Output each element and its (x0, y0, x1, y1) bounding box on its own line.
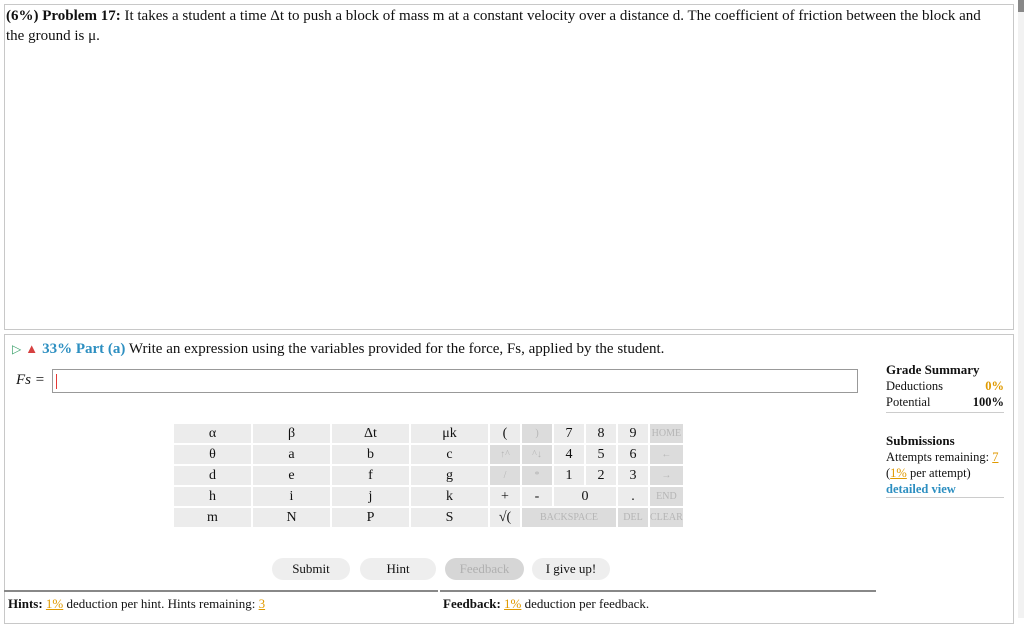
key-end[interactable]: END (650, 487, 683, 506)
key-open-paren[interactable]: ( (490, 424, 520, 443)
key-down[interactable]: ^↓ (522, 445, 552, 464)
answer-label: Fs = (16, 372, 45, 388)
key-9[interactable]: 9 (618, 424, 648, 443)
problem-panel (4, 4, 1014, 330)
key-left[interactable]: ← (650, 445, 683, 464)
key-minus[interactable]: - (522, 487, 552, 506)
play-icon[interactable]: ▷ (12, 340, 21, 358)
problem-text: It takes a student a time Δt to push a b… (6, 8, 981, 44)
feedback-deduction: 1% (504, 596, 522, 611)
hints-deduction: 1% (45, 596, 64, 611)
key-delta-t[interactable]: Δt (332, 424, 409, 443)
potential-label: Potential (886, 395, 931, 409)
deductions-value: 0% (985, 379, 1004, 393)
problem-title: Problem 17: (42, 8, 121, 24)
key-8[interactable]: 8 (586, 424, 616, 443)
key-7[interactable]: 7 (554, 424, 584, 443)
key-c[interactable]: c (411, 445, 488, 464)
hints-remaining: 3 (258, 596, 266, 611)
hints-text: deduction per hint. Hints remaining: (66, 596, 256, 611)
key-j[interactable]: j (332, 487, 409, 506)
key-6[interactable]: 6 (618, 445, 648, 464)
key-S[interactable]: S (411, 508, 488, 527)
key-5[interactable]: 5 (586, 445, 616, 464)
key-g[interactable]: g (411, 466, 488, 485)
key-multiply[interactable]: * (522, 466, 552, 485)
keypad: α β Δt μk ( ) 7 8 9 HOME θ a b c ↑^ ^↓ 4… (172, 422, 685, 529)
key-d[interactable]: d (174, 466, 251, 485)
per-attempt-pct: 1% (890, 466, 907, 480)
key-backspace[interactable]: BACKSPACE (522, 508, 616, 527)
key-right[interactable]: → (650, 466, 683, 485)
feedback-label: Feedback: (443, 596, 501, 611)
hints-bar: Hints: 1% deduction per hint. Hints rema… (4, 590, 438, 618)
key-2[interactable]: 2 (586, 466, 616, 485)
submit-button[interactable]: Submit (272, 558, 350, 580)
feedback-button[interactable]: Feedback (445, 558, 524, 580)
scrollbar-track[interactable] (1018, 0, 1024, 618)
grade-summary-title: Grade Summary (886, 362, 980, 377)
hints-label: Hints: (8, 596, 43, 611)
feedback-text: deduction per feedback. (524, 596, 650, 611)
key-theta[interactable]: θ (174, 445, 251, 464)
key-alpha[interactable]: α (174, 424, 251, 443)
summary-divider (886, 412, 1004, 413)
part-percent: 33% Part (a) (42, 341, 126, 357)
key-b[interactable]: b (332, 445, 409, 464)
warning-icon: ▲ (25, 341, 39, 356)
key-4[interactable]: 4 (554, 445, 584, 464)
key-mu-k[interactable]: μk (411, 424, 488, 443)
key-h[interactable]: h (174, 487, 251, 506)
key-close-paren[interactable]: ) (522, 424, 552, 443)
problem-weight: (6%) (6, 8, 39, 24)
key-0[interactable]: 0 (554, 487, 616, 506)
key-clear[interactable]: CLEAR (650, 508, 683, 527)
key-1[interactable]: 1 (554, 466, 584, 485)
hint-button[interactable]: Hint (360, 558, 436, 580)
per-attempt-text: per attempt) (909, 466, 971, 480)
key-e[interactable]: e (253, 466, 330, 485)
key-m[interactable]: m (174, 508, 251, 527)
attempts-label: Attempts remaining: (886, 450, 990, 464)
key-P[interactable]: P (332, 508, 409, 527)
key-f[interactable]: f (332, 466, 409, 485)
key-beta[interactable]: β (253, 424, 330, 443)
scrollbar-thumb[interactable] (1018, 0, 1024, 12)
key-3[interactable]: 3 (618, 466, 648, 485)
key-sqrt[interactable]: √( (490, 508, 520, 527)
part-header[interactable]: ▷ ▲ 33% Part (a) Write an expression using… (12, 340, 664, 358)
key-plus[interactable]: + (490, 487, 520, 506)
part-text: Write an expression using the variables … (128, 341, 665, 357)
key-a[interactable]: a (253, 445, 330, 464)
give-up-button[interactable]: I give up! (532, 558, 610, 580)
key-N[interactable]: N (253, 508, 330, 527)
key-up[interactable]: ↑^ (490, 445, 520, 464)
deductions-label: Deductions (886, 379, 943, 393)
problem-statement: (6%) Problem 17: It takes a student a ti… (6, 6, 996, 46)
key-del[interactable]: DEL (618, 508, 648, 527)
key-divide[interactable]: / (490, 466, 520, 485)
feedback-bar: Feedback: 1% deduction per feedback. (440, 590, 876, 618)
key-home[interactable]: HOME (650, 424, 683, 443)
key-i[interactable]: i (253, 487, 330, 506)
attempts-value: 7 (992, 450, 999, 464)
key-dot[interactable]: . (618, 487, 648, 506)
detailed-view-link[interactable]: detailed view (886, 482, 956, 496)
grade-summary-panel: Grade Summary Deductions 0% Potential 10… (886, 362, 1004, 498)
answer-input[interactable] (52, 369, 858, 393)
key-k[interactable]: k (411, 487, 488, 506)
potential-value: 100% (972, 395, 1004, 409)
submissions-title: Submissions (886, 433, 955, 448)
text-caret (56, 374, 57, 389)
